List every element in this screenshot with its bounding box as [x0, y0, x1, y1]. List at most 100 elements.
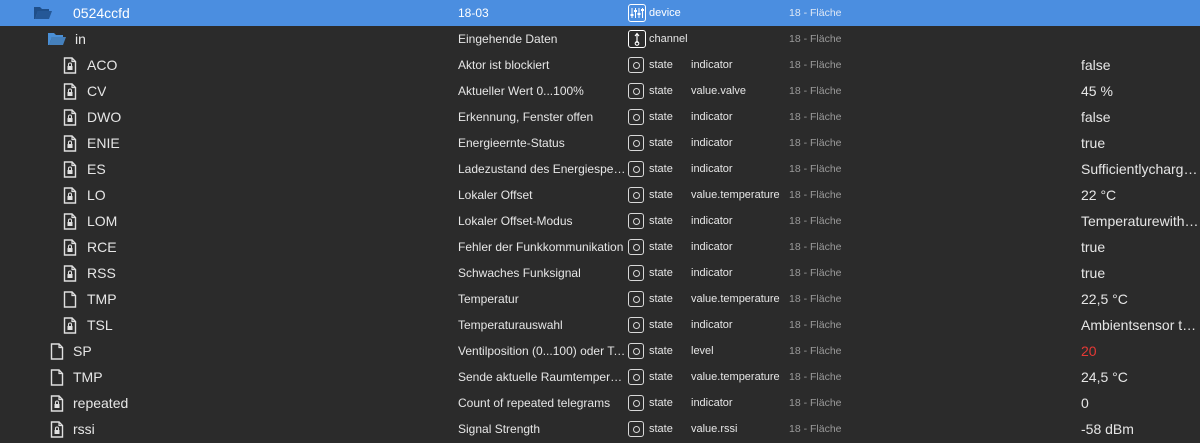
object-description: Lokaler Offset	[458, 188, 533, 202]
state-type-icon	[628, 156, 646, 182]
tree-row[interactable]: 0524ccfd 18-03 device 18 - Fläche	[0, 0, 1200, 26]
object-value[interactable]: Sufficientlycharged...	[1081, 156, 1200, 182]
object-role: indicator	[691, 59, 733, 71]
state-type-icon	[628, 364, 646, 390]
tree-row[interactable]: repeated Count of repeated telegrams state…	[0, 390, 1200, 416]
object-description: 18-03	[458, 6, 489, 20]
file-lock-icon	[63, 104, 77, 130]
object-role: indicator	[691, 319, 733, 331]
tree-row[interactable]: ACO Aktor ist blockiert state indicator 18 -…	[0, 52, 1200, 78]
object-value[interactable]: Temperaturewith ...	[1081, 208, 1200, 234]
state-type-icon	[628, 52, 646, 78]
tree-row[interactable]: LO Lokaler Offset state value.temperature 18…	[0, 182, 1200, 208]
tree-row[interactable]: RCE Fehler der Funkkommunikation state indi…	[0, 234, 1200, 260]
object-type: state	[649, 111, 673, 123]
file-lock-icon	[63, 182, 77, 208]
file-lock-icon	[50, 390, 64, 416]
object-room: 18 - Fläche	[789, 189, 842, 201]
object-type: state	[649, 397, 673, 409]
state-type-icon	[628, 234, 646, 260]
object-id: repeated	[73, 395, 129, 411]
file-icon	[50, 364, 64, 390]
object-value[interactable]: 20	[1081, 338, 1200, 364]
object-room: 18 - Fläche	[789, 163, 842, 175]
tree-row[interactable]: ENIE Energieernte-Status state indicator 18 …	[0, 130, 1200, 156]
file-icon	[63, 286, 77, 312]
tree-row[interactable]: LOM Lokaler Offset-Modus state indicator 18 …	[0, 208, 1200, 234]
object-role: indicator	[691, 397, 733, 409]
object-id: 0524ccfd	[73, 5, 130, 21]
object-id: SP	[73, 343, 92, 359]
object-room: 18 - Fläche	[789, 33, 842, 45]
object-room: 18 - Fläche	[789, 215, 842, 227]
object-id: ACO	[87, 57, 118, 73]
object-id: TSL	[87, 317, 113, 333]
object-room: 18 - Fläche	[789, 397, 842, 409]
object-description: Erkennung, Fenster offen	[458, 110, 594, 124]
object-description: Lokaler Offset-Modus	[458, 214, 573, 228]
object-role: indicator	[691, 215, 733, 227]
object-value[interactable]: -58 dBm	[1081, 416, 1200, 442]
object-value[interactable]: true	[1081, 260, 1200, 286]
object-value[interactable]: 45 %	[1081, 78, 1200, 104]
tree-row[interactable]: rssi Signal Strength state value.rssi 18 - F…	[0, 416, 1200, 442]
object-type: state	[649, 241, 673, 253]
object-room: 18 - Fläche	[789, 267, 842, 279]
file-lock-icon	[63, 156, 77, 182]
object-value[interactable]: Ambientsensor te...	[1081, 312, 1200, 338]
object-value[interactable]: false	[1081, 104, 1200, 130]
object-role: indicator	[691, 137, 733, 149]
tree-row[interactable]: RSS Schwaches Funksignal state indicator 18 …	[0, 260, 1200, 286]
object-room: 18 - Fläche	[789, 293, 842, 305]
object-type: state	[649, 267, 673, 279]
object-type: state	[649, 215, 673, 227]
object-role: level	[691, 345, 714, 357]
object-type: state	[649, 163, 673, 175]
tree-row[interactable]: CV Aktueller Wert 0...100% state value.valv…	[0, 78, 1200, 104]
tree-row[interactable]: TSL Temperaturauswahl state indicator 18 - F…	[0, 312, 1200, 338]
file-lock-icon	[63, 312, 77, 338]
object-id: RCE	[87, 239, 117, 255]
object-description: Eingehende Daten	[458, 32, 558, 46]
object-id: LOM	[87, 213, 118, 229]
object-description: Ladezustand des Energiespeichers	[458, 162, 628, 176]
object-description: Schwaches Funksignal	[458, 266, 581, 280]
tree-row[interactable]: DWO Erkennung, Fenster offen state indicato…	[0, 104, 1200, 130]
tree-row[interactable]: in Eingehende Daten channel 18 - Fläche	[0, 26, 1200, 52]
object-room: 18 - Fläche	[789, 371, 842, 383]
object-description: Signal Strength	[458, 422, 541, 436]
object-room: 18 - Fläche	[789, 241, 842, 253]
object-value[interactable]: false	[1081, 52, 1200, 78]
object-id: ES	[87, 161, 106, 177]
file-lock-icon	[63, 260, 77, 286]
tree-row[interactable]: SP Ventilposition (0...100) oder Te... sta…	[0, 338, 1200, 364]
object-role: value.rssi	[691, 423, 738, 435]
object-description: Energieernte-Status	[458, 136, 565, 150]
object-tree: 0524ccfd 18-03 device 18 - Fläche in Eingehen…	[0, 0, 1200, 442]
object-room: 18 - Fläche	[789, 423, 842, 435]
state-type-icon	[628, 312, 646, 338]
object-room: 18 - Fläche	[789, 319, 842, 331]
object-id: rssi	[73, 421, 95, 437]
object-room: 18 - Fläche	[789, 345, 842, 357]
object-type: state	[649, 371, 673, 383]
object-type: state	[649, 137, 673, 149]
object-description: Aktor ist blockiert	[458, 58, 550, 72]
object-value[interactable]: true	[1081, 234, 1200, 260]
tree-row[interactable]: TMP Temperatur state value.temperature 18 - …	[0, 286, 1200, 312]
object-id: TMP	[87, 291, 117, 307]
object-description: Fehler der Funkkommunikation	[458, 240, 624, 254]
object-value[interactable]: 22,5 °C	[1081, 286, 1200, 312]
object-role: value.temperature	[691, 371, 780, 383]
object-value[interactable]: 24,5 °C	[1081, 364, 1200, 390]
tree-row[interactable]: ES Ladezustand des Energiespeichers state i…	[0, 156, 1200, 182]
state-type-icon	[628, 416, 646, 442]
tree-row[interactable]: TMP Sende aktuelle Raumtemperatur state val…	[0, 364, 1200, 390]
object-room: 18 - Fläche	[789, 111, 842, 123]
object-value[interactable]: 22 °C	[1081, 182, 1200, 208]
object-value[interactable]: true	[1081, 130, 1200, 156]
object-id: in	[75, 31, 86, 47]
object-role: indicator	[691, 111, 733, 123]
object-value[interactable]: 0	[1081, 390, 1200, 416]
object-description: Temperaturauswahl	[458, 318, 563, 332]
